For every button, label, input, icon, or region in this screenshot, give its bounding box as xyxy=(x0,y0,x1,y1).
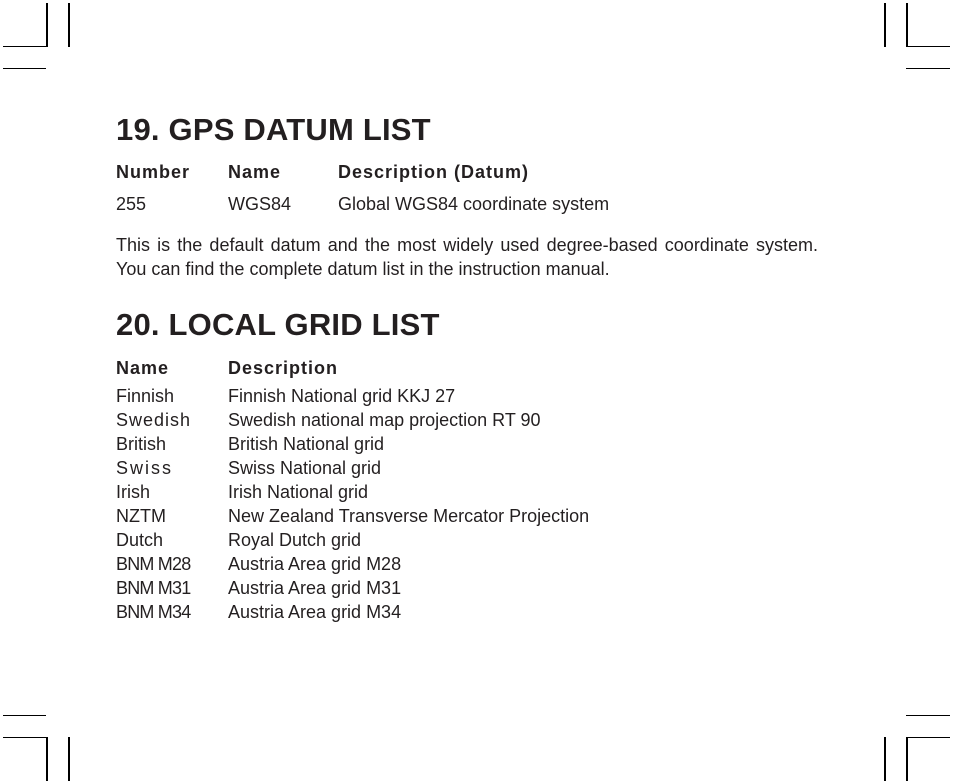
grid-description: Royal Dutch grid xyxy=(228,530,362,550)
header-name: Name xyxy=(116,358,170,378)
datum-name: WGS84 xyxy=(228,194,292,214)
grid-name: NZTM xyxy=(116,506,166,526)
grid-name: Swiss xyxy=(116,458,174,478)
grid-description: Austria Area grid M31 xyxy=(228,578,402,598)
datum-description: Global WGS84 coordinate system xyxy=(338,194,610,214)
grid-description: Finnish National grid KKJ 27 xyxy=(228,386,456,406)
header-description: Description (Datum) xyxy=(338,162,530,182)
grid-name: Swedish xyxy=(116,410,192,430)
gps-datum-title: 19. GPS DATUM LIST xyxy=(116,112,431,147)
header-number: Number xyxy=(116,162,191,182)
grid-description: Swiss National grid xyxy=(228,458,382,478)
grid-name: British xyxy=(116,434,167,454)
grid-name: BNM M31 xyxy=(116,578,191,598)
datum-number: 255 xyxy=(116,194,147,214)
header-description: Description xyxy=(228,358,339,378)
grid-name: BNM M28 xyxy=(116,554,191,574)
grid-description: Austria Area grid M28 xyxy=(228,554,402,574)
grid-description: Swedish national map projection RT 90 xyxy=(228,410,541,430)
grid-name: Finnish xyxy=(116,386,175,406)
grid-name: Irish xyxy=(116,482,151,502)
grid-name: Dutch xyxy=(116,530,164,550)
grid-name: BNM M34 xyxy=(116,602,191,622)
grid-description: British National grid xyxy=(228,434,385,454)
grid-description: New Zealand Transverse Mercator Projecti… xyxy=(228,506,590,526)
gps-datum-note: This is the default datum and the most w… xyxy=(116,235,818,279)
grid-description: Irish National grid xyxy=(228,482,369,502)
local-grid-title: 20. LOCAL GRID LIST xyxy=(116,307,440,342)
header-name: Name xyxy=(228,162,282,182)
grid-description: Austria Area grid M34 xyxy=(228,602,402,622)
